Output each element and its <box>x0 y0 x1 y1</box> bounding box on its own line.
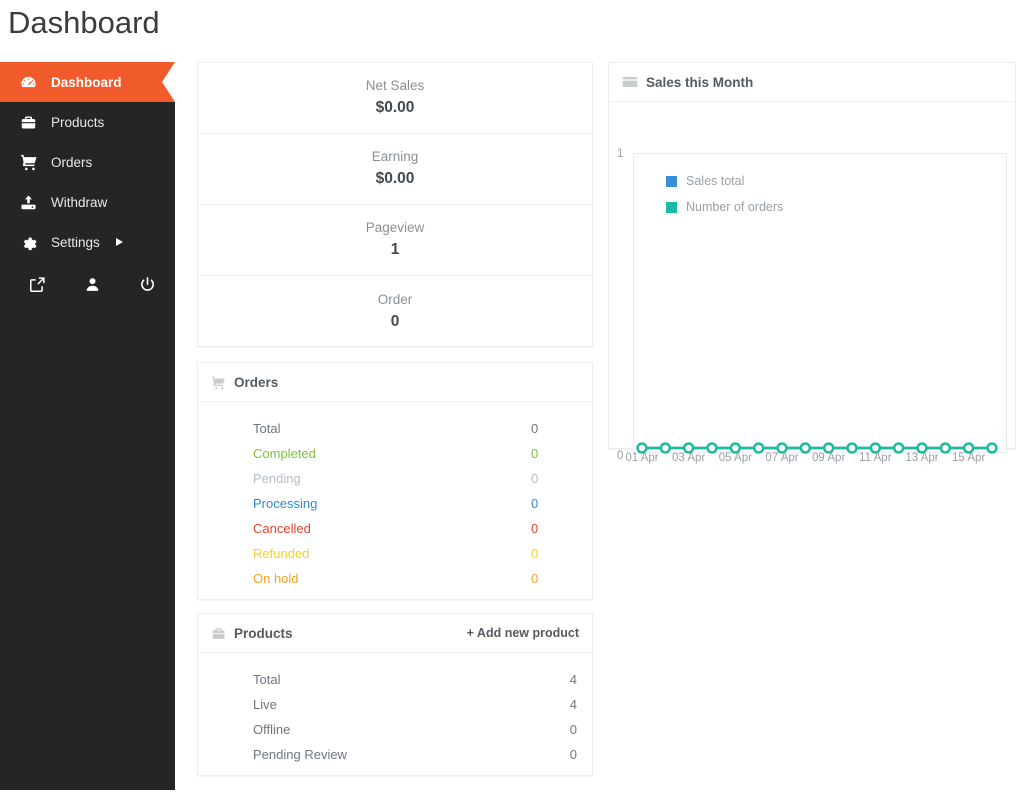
shopping-cart-icon <box>211 375 226 390</box>
stat-value: 0 <box>390 312 400 330</box>
stat-label: Net Sales <box>365 78 425 93</box>
chart-card-header: Sales this Month <box>609 63 1015 102</box>
order-status-label: Processing <box>253 496 318 511</box>
sidebar: Dashboard Products Orders Withdraw Setti… <box>0 62 175 790</box>
order-status-label: Cancelled <box>253 521 311 536</box>
dashboard-page: Dashboard Dashboard Products Orders With… <box>0 0 1024 792</box>
order-status-count: 0 <box>531 521 539 536</box>
orders-card-title: Orders <box>234 374 279 390</box>
gear-icon <box>20 234 46 251</box>
order-status-row[interactable]: Refunded 0 <box>198 541 592 566</box>
stat-value: 1 <box>390 241 400 258</box>
chart-series-svg <box>636 442 998 454</box>
order-status-row[interactable]: Cancelled 0 <box>198 516 592 541</box>
sidebar-item-label: Dashboard <box>51 74 122 90</box>
shopping-cart-icon <box>20 153 46 171</box>
sales-chart-card: Sales this Month 1 0 Sales total Number … <box>608 62 1016 464</box>
order-status-label: Refunded <box>253 546 310 561</box>
dashboard-gauge-icon <box>20 74 46 91</box>
user-icon[interactable] <box>65 276 120 293</box>
stat-value: $0.00 <box>375 170 415 187</box>
sidebar-item-products[interactable]: Products <box>0 102 175 142</box>
sidebar-item-dashboard[interactable]: Dashboard <box>0 62 175 102</box>
order-status-row[interactable]: On hold 0 <box>198 566 592 591</box>
chevron-right-icon <box>115 238 123 246</box>
stat-row: Net Sales $0.00 <box>198 63 592 134</box>
sidebar-item-label: Orders <box>51 154 93 170</box>
product-stat-row[interactable]: Live 4 <box>198 692 592 717</box>
order-status-count: 0 <box>531 421 539 436</box>
products-card-title: Products <box>234 625 293 641</box>
orders-card: Orders Total 0 Completed 0 Pending 0 Processin… <box>197 362 593 600</box>
stats-card: Net Sales $0.00 Earning $0.00 Pageview 1… <box>197 62 593 347</box>
x-axis-tick-label: 05 Apr <box>718 452 752 464</box>
x-axis-tick-label: 11 Apr <box>859 452 892 464</box>
order-status-row[interactable]: Processing 0 <box>198 491 592 516</box>
products-card: Products + Add new product Total 4 Live 4 Of… <box>197 613 593 776</box>
y-axis-tick-bottom: 0 <box>617 450 624 462</box>
stat-label: Earning <box>371 149 419 164</box>
chart-plot-area[interactable]: Sales total Number of orders 01 Apr 03 Ap… <box>625 153 1007 464</box>
x-axis-tick-label: 15 Apr <box>952 452 986 464</box>
sidebar-item-withdraw[interactable]: Withdraw <box>0 182 175 222</box>
orders-card-header: Orders <box>198 363 592 402</box>
stat-label: Order <box>377 291 413 307</box>
order-status-row[interactable]: Pending 0 <box>198 466 592 491</box>
x-axis-tick-label: 01 Apr <box>625 452 659 464</box>
briefcase-icon <box>20 114 46 131</box>
product-stat-label: Live <box>253 697 277 712</box>
add-new-product-link[interactable]: + Add new product <box>467 626 579 640</box>
order-status-label: Pending <box>253 471 301 486</box>
product-stat-count: 0 <box>569 722 577 737</box>
product-stat-count: 4 <box>569 697 577 712</box>
chart-card-title: Sales this Month <box>646 74 754 90</box>
active-item-notch <box>162 62 175 102</box>
stat-row: Order 0 <box>198 276 592 347</box>
order-status-count: 0 <box>531 496 539 511</box>
order-status-count: 0 <box>531 546 539 561</box>
x-axis-tick-label: 03 Apr <box>672 452 706 464</box>
stat-label: Pageview <box>365 220 425 235</box>
orders-status-list: Total 0 Completed 0 Pending 0 Processing 0 Cance… <box>198 402 592 591</box>
x-axis-tick-label: 07 Apr <box>765 452 799 464</box>
order-status-count: 0 <box>531 446 539 461</box>
product-stat-row[interactable]: Total 4 <box>198 667 592 692</box>
product-stat-row[interactable]: Pending Review 0 <box>198 742 592 767</box>
product-stat-label: Offline <box>253 722 291 737</box>
upload-box-icon <box>20 194 46 211</box>
product-stat-row[interactable]: Offline 0 <box>198 717 592 742</box>
order-status-label: Total <box>253 421 281 436</box>
stat-row: Earning $0.00 <box>198 134 592 205</box>
sidebar-item-label: Products <box>51 114 105 130</box>
sidebar-item-label: Settings <box>51 234 100 250</box>
order-status-count: 0 <box>531 571 539 586</box>
product-stat-count: 0 <box>569 747 577 762</box>
y-axis-tick-top: 1 <box>617 148 624 160</box>
credit-card-icon <box>622 74 638 90</box>
order-status-row[interactable]: Total 0 <box>198 416 592 441</box>
x-axis-tick-label: 09 Apr <box>812 452 846 464</box>
stat-row: Pageview 1 <box>198 205 592 276</box>
sidebar-item-label: Withdraw <box>51 194 108 210</box>
chart-body: 1 0 Sales total Number of orders 01 Apr 0… <box>609 102 1015 464</box>
stat-value: $0.00 <box>375 99 415 116</box>
products-card-header: Products + Add new product <box>198 614 592 653</box>
sidebar-item-orders[interactable]: Orders <box>0 142 175 182</box>
power-icon[interactable] <box>120 276 175 293</box>
products-stats-list: Total 4 Live 4 Offline 0 Pending Review 0 <box>198 653 592 767</box>
product-stat-label: Total <box>253 672 281 687</box>
product-stat-count: 4 <box>569 672 577 687</box>
order-status-row[interactable]: Completed 0 <box>198 441 592 466</box>
sidebar-item-settings[interactable]: Settings <box>0 222 175 262</box>
order-status-label: Completed <box>253 446 316 461</box>
order-status-label: On hold <box>253 571 299 586</box>
sidebar-footer-icons <box>0 262 175 306</box>
order-status-count: 0 <box>531 471 539 486</box>
page-title: Dashboard <box>8 5 160 40</box>
external-link-icon[interactable] <box>10 276 65 293</box>
x-axis-tick-label: 13 Apr <box>905 452 939 464</box>
briefcase-icon <box>211 626 226 641</box>
product-stat-label: Pending Review <box>253 747 347 762</box>
